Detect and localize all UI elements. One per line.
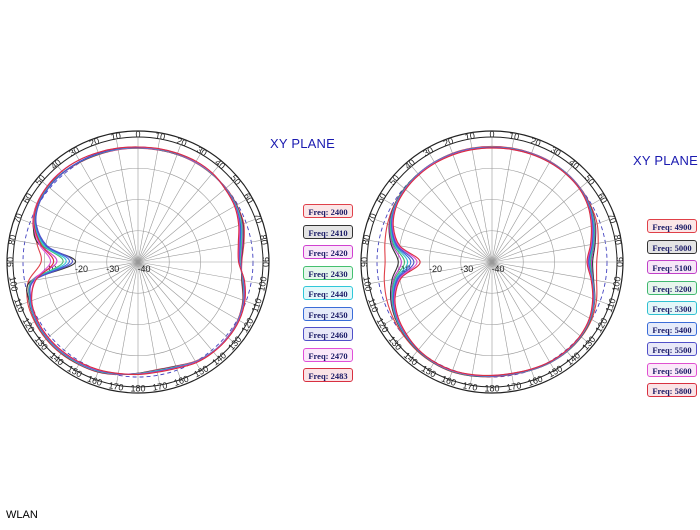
radial-tick-label: -30	[106, 264, 119, 274]
angle-tick-label: 40	[213, 157, 227, 171]
angle-tick-label: 80	[258, 234, 270, 246]
radial-tick-label: -20	[429, 264, 442, 274]
angle-tick-label: 160	[86, 373, 104, 388]
angle-tick-label: 10	[154, 131, 166, 143]
radial-tick-label: -30	[460, 264, 473, 274]
angle-tick-label: 170	[108, 380, 125, 392]
angle-tick-label: 30	[67, 145, 81, 159]
angle-tick-label: 120	[593, 316, 609, 334]
angle-tick-label: 110	[604, 297, 618, 314]
angle-tick-label: 10	[110, 131, 122, 143]
polar-chart-1: 0 10 2030405060708090100110120130140150160…	[359, 129, 625, 394]
angle-tick-label: 10	[508, 131, 520, 143]
chart-title-right: XY PLANE	[633, 153, 698, 168]
angle-tick-label: 130	[580, 334, 597, 352]
angle-tick-label: 50	[33, 173, 47, 187]
angle-tick-label: 0	[489, 129, 494, 139]
angle-tick-label: 120	[239, 316, 255, 334]
angle-tick-label: 130	[387, 334, 404, 352]
legend-entry: Freq: 2483	[303, 368, 353, 382]
angle-tick-label: 30	[549, 145, 563, 159]
angle-tick-label: 160	[440, 373, 458, 388]
angle-tick-label: 180	[484, 383, 499, 393]
angle-tick-label: 60	[242, 191, 256, 205]
legend-entry: Freq: 2420	[303, 245, 353, 259]
angle-tick-label: 80	[361, 234, 373, 246]
angle-tick-label: 40	[403, 157, 417, 171]
angle-tick-label: 90	[359, 257, 369, 267]
angle-tick-label: 10	[464, 131, 476, 143]
angle-tick-label: 100	[610, 276, 622, 293]
legend-entry: Freq: 2430	[303, 265, 353, 280]
radial-tick-label: -40	[491, 264, 504, 274]
angle-tick-label: 30	[195, 145, 209, 159]
legend-entry: Freq: 5300	[647, 301, 697, 315]
legend-entry: Freq: 5500	[647, 342, 697, 356]
angle-tick-label: 100	[7, 276, 19, 293]
angle-tick-label: 40	[49, 157, 63, 171]
angle-tick-label: 100	[256, 276, 268, 293]
angle-tick-label: 140	[564, 350, 582, 367]
angle-tick-label: 170	[152, 380, 169, 392]
angle-tick-label: 110	[366, 297, 380, 314]
angle-tick-label: 170	[506, 380, 523, 392]
angle-tick-label: 110	[12, 297, 26, 314]
angle-tick-label: 90	[5, 257, 15, 267]
angle-tick-label: 40	[567, 157, 581, 171]
legend-entry: Freq: 5400	[647, 321, 697, 336]
legend-left: Freq: 2400 Freq: 2410 Freq: 2420 Freq: 2430…	[303, 204, 353, 389]
legend-entry: Freq: 2410	[303, 224, 353, 239]
angle-tick-label: 80	[612, 234, 624, 246]
radial-tick-label: -40	[137, 264, 150, 274]
legend-entry: Freq: 2470	[303, 347, 353, 362]
angle-tick-label: 100	[361, 276, 373, 293]
angle-tick-label: 60	[375, 191, 389, 205]
angle-tick-label: 140	[402, 350, 420, 367]
angle-tick-label: 160	[172, 373, 190, 388]
angle-tick-label: 110	[250, 297, 264, 314]
footer-label: WLAN	[6, 509, 38, 521]
legend-entry: Freq: 2460	[303, 327, 353, 341]
legend-right: Freq: 4900 Freq: 5000 Freq: 5100 Freq: 5200…	[647, 219, 697, 404]
legend-entry: Freq: 5200	[647, 280, 697, 295]
legend-entry: Freq: 5800	[647, 383, 697, 397]
radial-tick-label: -20	[75, 264, 88, 274]
angle-tick-label: 90	[261, 257, 271, 267]
polar-chart-0: 0 10 2030405060708090100110120130140150160…	[5, 129, 271, 394]
legend-entry: Freq: 2440	[303, 286, 353, 300]
angle-tick-label: 170	[462, 380, 479, 392]
angle-tick-label: 60	[596, 191, 610, 205]
legend-entry: Freq: 5000	[647, 239, 697, 254]
angle-tick-label: 50	[229, 173, 243, 187]
legend-entry: Freq: 5600	[647, 362, 697, 377]
angle-tick-label: 80	[7, 234, 19, 246]
angle-tick-label: 160	[526, 373, 544, 388]
legend-entry: Freq: 2450	[303, 306, 353, 321]
legend-entry: Freq: 2400	[303, 204, 353, 218]
legend-entry: Freq: 4900	[647, 219, 697, 233]
angle-tick-label: 50	[387, 173, 401, 187]
angle-tick-label: 50	[583, 173, 597, 187]
angle-tick-label: 180	[130, 383, 145, 393]
angle-tick-label: 60	[21, 191, 35, 205]
angle-tick-label: 150	[420, 363, 438, 379]
angle-tick-label: 0	[135, 129, 140, 139]
chart-title-left: XY PLANE	[270, 136, 335, 151]
angle-tick-label: 90	[615, 257, 625, 267]
angle-tick-label: 30	[421, 145, 435, 159]
legend-entry: Freq: 5100	[647, 260, 697, 274]
